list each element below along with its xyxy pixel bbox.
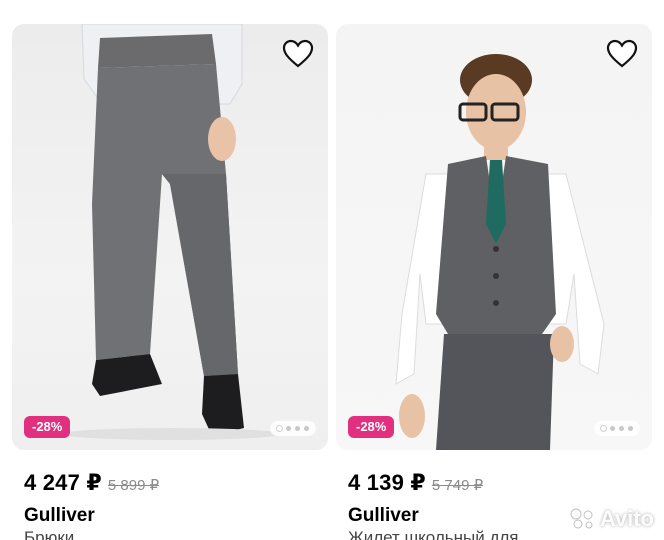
brand-name[interactable]: Gulliver (24, 505, 95, 527)
pagination-dot[interactable] (610, 426, 615, 431)
pagination-dot[interactable] (628, 426, 633, 431)
heart-icon (282, 39, 314, 68)
watermark-text: Avito (599, 506, 654, 531)
current-price: 4 247 ₽ (24, 470, 102, 495)
current-price: 4 139 ₽ (348, 470, 426, 495)
pagination-dot-active[interactable] (601, 426, 606, 431)
product-photo[interactable]: -28% (12, 24, 328, 450)
product-card-vest[interactable]: -28% 4 139 ₽ 5 749 ₽ Gulliver Жилет школ… (336, 0, 652, 540)
pagination-dot[interactable] (304, 426, 309, 431)
vest-illustration (395, 54, 605, 450)
avito-logo-icon (570, 508, 593, 529)
old-price: 5 749 ₽ (431, 477, 484, 494)
brand-name[interactable]: Gulliver (348, 505, 419, 527)
pagination-dot[interactable] (619, 426, 624, 431)
heart-icon (606, 39, 638, 68)
avito-watermark: Avito (570, 506, 654, 532)
product-card-pants[interactable]: -28% 4 247 ₽ 5 899 ₽ Gulliver Брюки (12, 0, 328, 540)
favorite-button[interactable] (604, 36, 640, 72)
product-photo[interactable]: -28% (336, 24, 652, 450)
pagination-dot-active[interactable] (277, 426, 282, 431)
product-title[interactable]: Брюки (24, 528, 74, 540)
pagination-dot[interactable] (286, 426, 291, 431)
pants-illustration (62, 24, 282, 440)
old-price: 5 899 ₽ (107, 477, 160, 494)
photo-pagination[interactable] (594, 421, 640, 436)
price-row: 4 139 ₽ 5 749 ₽ (348, 470, 483, 496)
product-title[interactable]: Жилет школьный для (348, 528, 519, 540)
photo-pagination[interactable] (270, 421, 316, 436)
price-row: 4 247 ₽ 5 899 ₽ (24, 470, 159, 496)
discount-badge: -28% (348, 416, 395, 438)
discount-badge: -28% (24, 416, 71, 438)
pagination-dot[interactable] (295, 426, 300, 431)
favorite-button[interactable] (280, 36, 316, 72)
